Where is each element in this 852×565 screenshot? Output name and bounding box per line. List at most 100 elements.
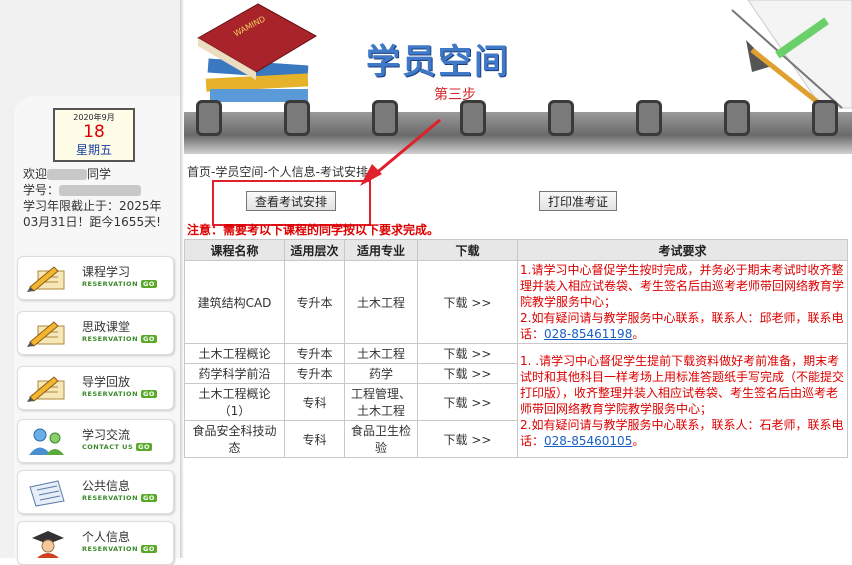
header-requirement: 考试要求: [517, 239, 848, 261]
req-text-1: 1. .请学习中心督促学生提前下载资料做好考前准备，期末考试时和其他科目一样考场…: [520, 353, 845, 416]
pencil-paper-icon: [27, 376, 65, 402]
nav-sub-text: CONTACT US: [82, 443, 134, 451]
table-row: 土木工程概论 专升本 土木工程 下载 >> 1. .请学习中心督促学生提前下载资…: [184, 343, 848, 458]
nav-label: 导学回放: [82, 375, 131, 389]
calendar-widget: 2020年9月 18 星期五: [53, 108, 135, 162]
notepad-icon: [29, 480, 65, 507]
highlight-box: [212, 180, 371, 226]
nav-guide-replay[interactable]: 导学回放 RESERVATION GO: [17, 366, 174, 410]
header-level: 适用层次: [284, 239, 345, 261]
nav-sub-text: RESERVATION: [82, 545, 139, 553]
nav-sub-text: RESERVATION: [82, 494, 139, 502]
go-badge: GO: [136, 443, 152, 451]
people-icon: [29, 428, 64, 455]
table-header-row: 课程名称 适用层次 适用专业 下载 考试要求: [184, 239, 848, 261]
welcome-prefix: 欢迎: [23, 167, 48, 181]
header-major: 适用专业: [344, 239, 418, 261]
table-row: 建筑结构CAD 专升本 土木工程 下载 >> 1.请学习中心督促学生按时完成，并…: [184, 260, 848, 344]
course-major: 药学: [344, 363, 418, 384]
binding-ring: [196, 100, 222, 136]
req-text-1: 1.请学习中心督促学生按时完成，并务必于期末考试时收齐整理并装入相应试卷袋、考生…: [520, 263, 845, 309]
redacted-name: [47, 169, 88, 180]
nav-sub: RESERVATION GO: [82, 280, 157, 288]
student-id-label: 学号：: [23, 183, 60, 197]
nav-ideology-class[interactable]: 思政课堂 RESERVATION GO: [17, 311, 174, 355]
nav-sub: RESERVATION GO: [82, 545, 157, 553]
exam-table: 课程名称 适用层次 适用专业 下载 考试要求 建筑结构CAD 专升本 土木工程 …: [184, 239, 848, 458]
nav-course-study[interactable]: 课程学习 RESERVATION GO: [17, 256, 174, 300]
course-major: 工程管理、土木工程: [344, 383, 418, 421]
nav-sub-text: RESERVATION: [82, 280, 139, 288]
course-major: 土木工程: [344, 260, 418, 344]
nav-sub: CONTACT US GO: [82, 443, 152, 451]
course-major: 食品卫生检验: [344, 420, 418, 458]
course-level: 专科: [284, 383, 345, 421]
binding-ring: [548, 100, 574, 136]
course-name: 药学科学前沿: [184, 363, 285, 384]
welcome-panel: 欢迎 同学 学号： 学习年限截止于：2025年03月31日！距今1655天!: [23, 166, 173, 230]
nav-sub: RESERVATION GO: [82, 390, 157, 398]
go-badge: GO: [141, 335, 157, 343]
course-name: 土木工程概论（1）: [184, 383, 285, 421]
breadcrumb[interactable]: 首页-学员空间-个人信息-考试安排: [187, 163, 368, 180]
course-name: 建筑结构CAD: [184, 260, 285, 344]
course-level: 专科: [284, 420, 345, 458]
books-illustration: WAMIND: [196, 3, 318, 102]
pencil-paper-icon: [27, 266, 65, 292]
binding-ring: [460, 100, 486, 136]
print-ticket-button[interactable]: 打印准考证: [539, 191, 618, 211]
download-link[interactable]: 下载 >>: [417, 383, 518, 421]
course-name: 土木工程概论: [184, 343, 285, 364]
exam-requirement: 1. .请学习中心督促学生提前下载资料做好考前准备，期末考试时和其他科目一样考场…: [517, 343, 848, 458]
phone-link[interactable]: 028-85460105: [544, 434, 632, 448]
download-link[interactable]: 下载 >>: [417, 343, 518, 364]
calendar-weekday: 星期五: [75, 143, 112, 157]
nav-label: 个人信息: [82, 530, 131, 544]
course-level: 专升本: [284, 363, 345, 384]
go-badge: GO: [141, 494, 157, 502]
download-link[interactable]: 下载 >>: [417, 420, 518, 458]
course-name: 食品安全科技动态: [184, 420, 285, 458]
binding-ring: [812, 100, 838, 136]
exam-requirement: 1.请学习中心督促学生按时完成，并务必于期末考试时收齐整理并装入相应试卷袋、考生…: [517, 260, 848, 344]
download-link[interactable]: 下载 >>: [417, 363, 518, 384]
banner-title: 学员空间: [366, 42, 510, 82]
nav-personal-info[interactable]: 个人信息 RESERVATION GO: [17, 521, 174, 565]
graduate-icon: [32, 531, 64, 558]
download-link[interactable]: 下载 >>: [417, 260, 518, 344]
nav-label: 思政课堂: [82, 320, 131, 334]
header-download: 下载: [417, 239, 518, 261]
notice-text: 注意：需要考以下课程的同学按以下要求完成。: [187, 223, 440, 237]
nav-label: 学习交流: [82, 428, 131, 442]
binding-ring: [724, 100, 750, 136]
binding-ring: [284, 100, 310, 136]
nav-sub: RESERVATION GO: [82, 494, 157, 502]
phone-link[interactable]: 028-85461198: [544, 327, 632, 341]
nav-study-exchange[interactable]: 学习交流 CONTACT US GO: [17, 419, 174, 463]
course-level: 专升本: [284, 260, 345, 344]
nav-label: 公共信息: [82, 479, 131, 493]
req-end: 。: [632, 327, 645, 341]
calendar-day: 18: [83, 122, 105, 142]
nav-sub: RESERVATION GO: [82, 335, 157, 343]
spiral-binding: [184, 100, 852, 154]
redacted-student-id: [59, 185, 142, 196]
go-badge: GO: [141, 545, 157, 553]
welcome-suffix: 同学: [87, 167, 112, 181]
header-course: 课程名称: [184, 239, 285, 261]
go-badge: GO: [141, 280, 157, 288]
nav-sub-text: RESERVATION: [82, 335, 139, 343]
stationery-illustration: [731, 0, 852, 109]
go-badge: GO: [141, 390, 157, 398]
nav-label: 课程学习: [82, 265, 131, 279]
nav-public-info[interactable]: 公共信息 RESERVATION GO: [17, 470, 174, 514]
deadline-text: 学习年限截止于：2025年03月31日！距今1655天!: [23, 199, 162, 229]
nav-sub-text: RESERVATION: [82, 390, 139, 398]
annotation-arrow-icon: [360, 118, 441, 186]
course-major: 土木工程: [344, 343, 418, 364]
req-end: 。: [632, 433, 645, 448]
course-level: 专升本: [284, 343, 345, 364]
welcome-line: 欢迎 同学: [23, 166, 173, 182]
pencil-paper-icon: [27, 321, 65, 347]
student-id-line: 学号：: [23, 182, 173, 198]
